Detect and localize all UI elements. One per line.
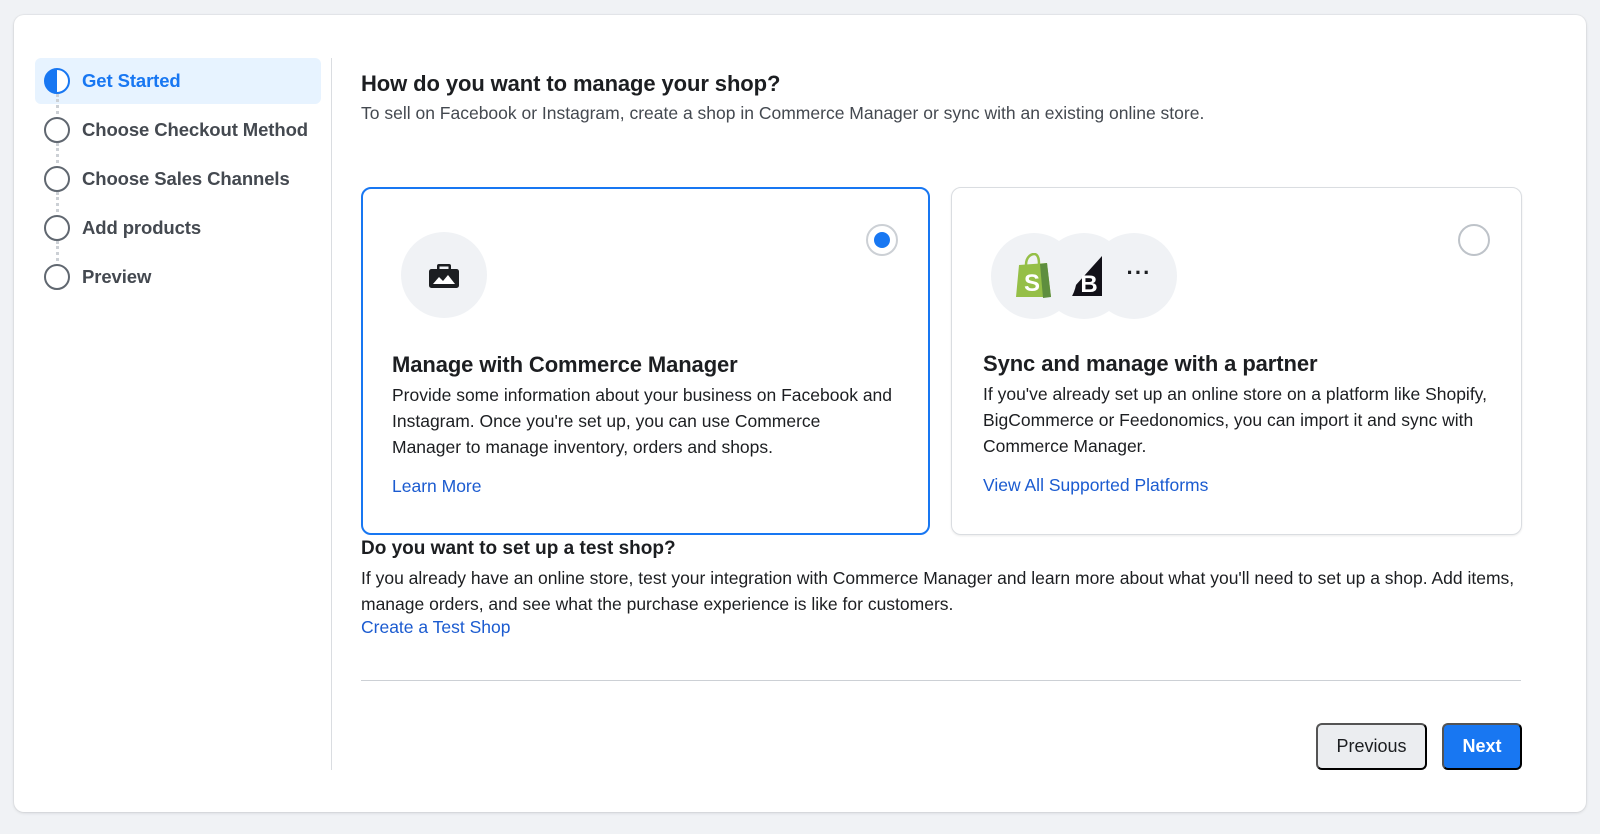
footer-divider <box>361 680 1521 681</box>
step-label: Add products <box>82 217 202 238</box>
more-dots: ··· <box>1126 260 1152 285</box>
svg-text:B: B <box>1080 271 1097 298</box>
test-shop-title: Do you want to set up a test shop? <box>361 538 676 559</box>
radio-dot <box>874 232 890 248</box>
step-choose-checkout-method[interactable]: Choose Checkout Method <box>35 107 321 163</box>
step-circle-icon <box>44 264 70 290</box>
step-connector <box>56 94 59 114</box>
page-subtitle: To sell on Facebook or Instagram, create… <box>361 103 1205 123</box>
main-content: How do you want to manage your shop? To … <box>361 58 1537 770</box>
step-connector <box>56 241 59 261</box>
step-half-filled-icon <box>44 68 70 94</box>
partner-icons: S B ··· <box>991 233 1191 319</box>
onboarding-card: Get Started Choose Checkout Method Choos… <box>14 15 1586 812</box>
step-connector <box>56 192 59 212</box>
option-description: If you've already set up an online store… <box>983 384 1487 456</box>
step-circle-icon <box>44 215 70 241</box>
step-add-products[interactable]: Add products <box>35 205 321 261</box>
briefcase-icon <box>401 232 487 318</box>
option-title: Sync and manage with a partner <box>983 351 1318 376</box>
step-label: Choose Sales Channels <box>82 168 290 189</box>
option-description: Provide some information about your busi… <box>392 385 893 457</box>
step-label: Get Started <box>82 70 181 91</box>
step-sidebar: Get Started Choose Checkout Method Choos… <box>35 58 321 303</box>
next-button[interactable]: Next <box>1442 723 1522 770</box>
option-commerce-manager[interactable]: Manage with Commerce Manager Provide som… <box>361 187 930 535</box>
test-shop-description: If you already have an online store, tes… <box>361 568 1515 614</box>
learn-more-link[interactable]: Learn More <box>392 476 482 497</box>
step-get-started[interactable]: Get Started <box>35 58 321 114</box>
step-circle-icon <box>44 166 70 192</box>
management-options: Manage with Commerce Manager Provide som… <box>361 187 1537 535</box>
step-choose-sales-channels[interactable]: Choose Sales Channels <box>35 156 321 212</box>
svg-text:S: S <box>1024 270 1040 297</box>
step-label: Choose Checkout Method <box>82 119 308 140</box>
step-label: Preview <box>82 266 152 287</box>
option-radio-selected[interactable] <box>866 224 898 256</box>
shopify-icon: S <box>991 233 1077 319</box>
previous-button[interactable]: Previous <box>1316 723 1427 770</box>
step-preview[interactable]: Preview <box>35 254 321 300</box>
page-title: How do you want to manage your shop? <box>361 71 781 96</box>
test-shop-section: Do you want to set up a test shop? If yo… <box>361 538 1537 638</box>
view-platforms-link[interactable]: View All Supported Platforms <box>983 475 1208 496</box>
step-connector <box>56 143 59 163</box>
option-sync-partner[interactable]: S B ··· Sync and manage with a partner I <box>951 187 1522 535</box>
step-circle-icon <box>44 117 70 143</box>
option-title: Manage with Commerce Manager <box>392 352 738 377</box>
create-test-shop-link[interactable]: Create a Test Shop <box>361 617 511 638</box>
sidebar-divider <box>331 58 332 770</box>
option-radio-unselected[interactable] <box>1458 224 1490 256</box>
